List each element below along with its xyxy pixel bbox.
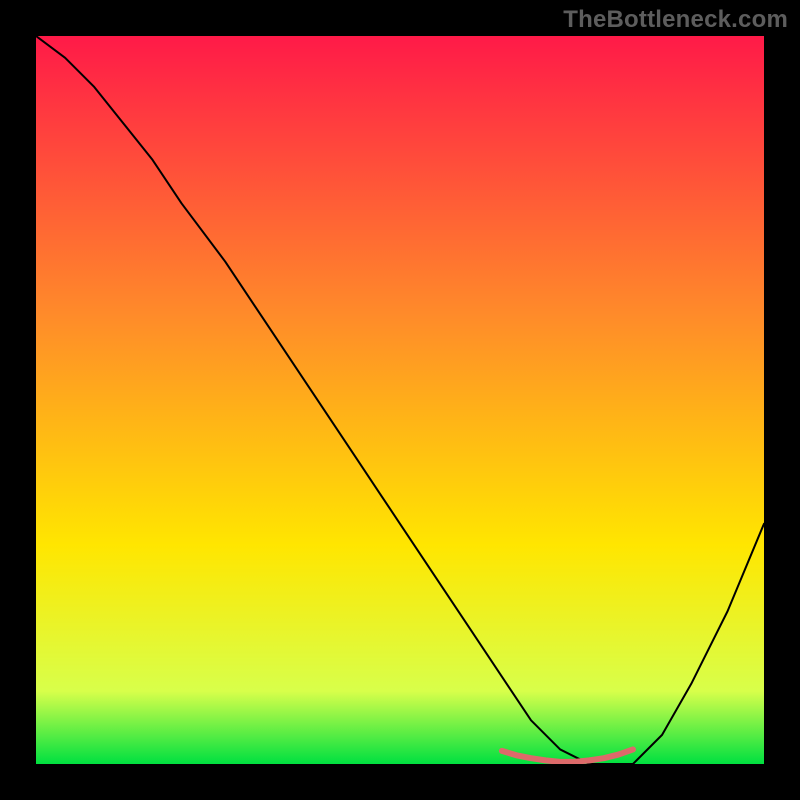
bottleneck-chart: [36, 36, 764, 764]
chart-container: TheBottleneck.com: [0, 0, 800, 800]
watermark-label: TheBottleneck.com: [563, 6, 788, 34]
chart-background: [36, 36, 764, 764]
plot-area: [36, 36, 764, 764]
